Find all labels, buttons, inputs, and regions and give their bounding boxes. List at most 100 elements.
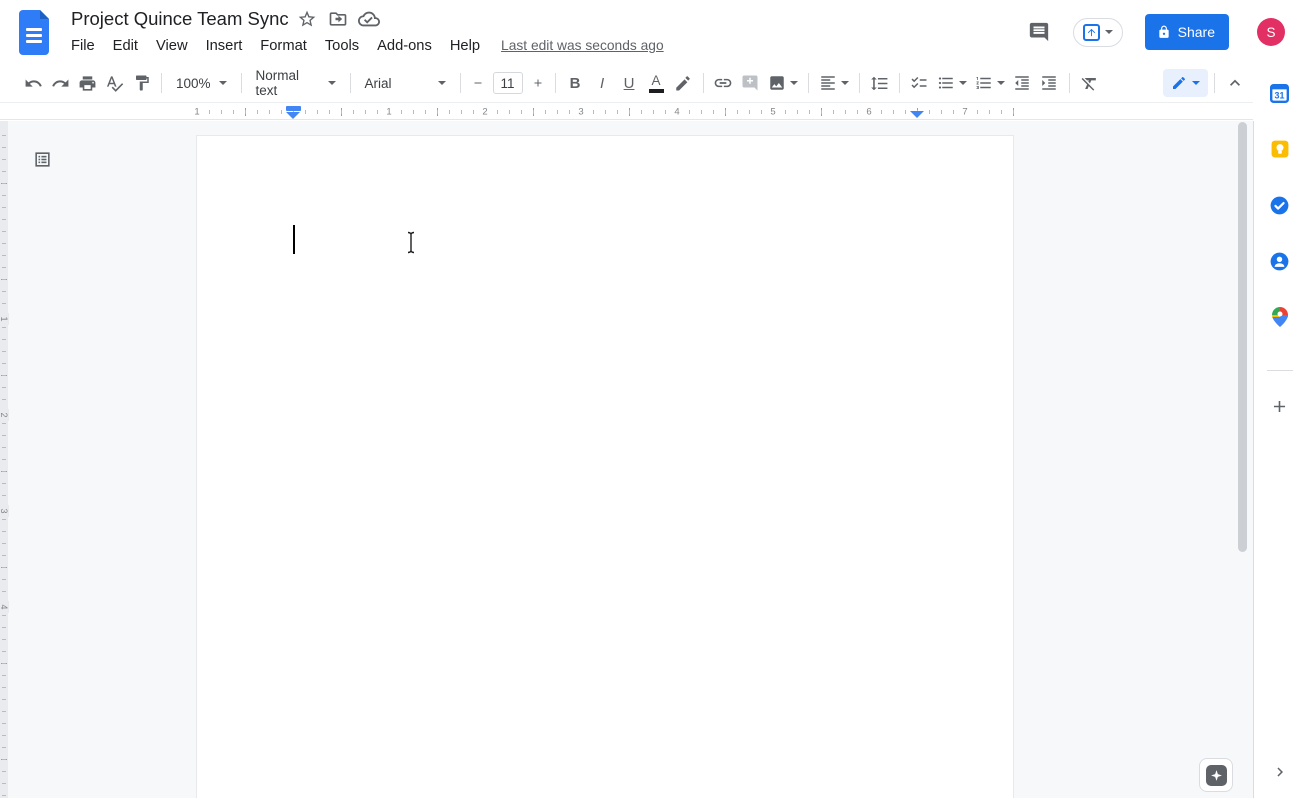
decrease-indent-button[interactable] [1009,70,1036,96]
tasks-icon [1270,196,1289,215]
google-keep-button[interactable] [1264,133,1296,165]
left-indent-marker[interactable] [286,106,301,119]
first-line-indent-marker[interactable] [286,106,301,111]
vertical-scrollbar-thumb[interactable] [1238,122,1247,552]
account-avatar[interactable]: S [1257,18,1285,46]
menu-view[interactable]: View [147,36,197,56]
horizontal-ruler: 11234567 [0,104,1253,120]
toolbar-separator [1214,73,1215,93]
title-row: Project Quince Team Sync [71,6,664,32]
numbered-list-button[interactable] [971,70,1009,96]
editing-mode-button[interactable] [1163,69,1208,97]
show-document-outline-button[interactable] [30,147,54,171]
share-button[interactable]: Share [1145,14,1229,50]
ruler-number: 1 [192,107,201,118]
image-icon [768,74,786,92]
get-add-ons-button[interactable] [1264,390,1296,422]
paint-format-button[interactable] [128,70,155,96]
italic-button[interactable]: I [589,70,616,96]
increase-font-size-button[interactable] [527,70,549,96]
menu-help[interactable]: Help [441,36,489,56]
zoom-select[interactable]: 100% [168,70,235,96]
calendar-icon: 31 [1270,84,1289,103]
link-icon [713,73,733,93]
ruler-number: 2 [0,409,9,421]
highlighter-icon [674,74,692,92]
decrease-font-size-button[interactable] [467,70,489,96]
spelling-check-button[interactable] [101,70,128,96]
explore-button[interactable] [1199,758,1233,792]
menu-insert[interactable]: Insert [197,36,252,56]
font-size-input[interactable]: 11 [493,72,523,94]
toolbar-separator [703,73,704,93]
hide-side-panel-button[interactable] [1264,756,1296,788]
plus-icon [532,77,544,89]
plus-icon [1270,397,1289,416]
toolbar-separator [350,73,351,93]
toolbar-separator [555,73,556,93]
last-edit-link[interactable]: Last edit was seconds ago [501,38,664,53]
text-color-icon: A [649,74,664,93]
document-area: 1234 [0,121,1253,798]
pencil-icon [1171,75,1187,91]
highlight-color-button[interactable] [670,70,697,96]
maps-pin-icon [1272,307,1288,327]
right-indent-marker[interactable] [910,111,924,118]
zoom-value: 100% [176,76,211,91]
document-outline-icon [33,150,52,169]
undo-button[interactable] [20,70,47,96]
print-button[interactable] [74,70,101,96]
clear-formatting-button[interactable] [1076,70,1103,96]
google-calendar-button[interactable]: 31 [1264,77,1296,109]
ruler-number: 3 [576,107,585,118]
font-family-select[interactable]: Arial [357,70,454,96]
minus-icon [472,77,484,89]
ruler-ticks [196,104,1015,120]
google-maps-button[interactable] [1264,301,1296,333]
italic-icon: I [600,76,604,91]
spellcheck-icon [105,74,124,93]
document-status-cloud-icon[interactable] [356,6,382,32]
menu-addons[interactable]: Add-ons [368,36,441,56]
menu-format[interactable]: Format [251,36,316,56]
docs-logo-icon[interactable] [17,9,53,56]
present-button[interactable] [1073,18,1123,47]
toolbar-separator [161,73,162,93]
open-comments-icon[interactable] [1025,18,1053,46]
redo-button[interactable] [47,70,74,96]
checklist-icon [910,74,928,92]
move-to-folder-icon[interactable] [325,6,351,32]
bulleted-list-button[interactable] [933,70,971,96]
ruler-number: 1 [0,313,9,325]
text-color-button[interactable]: A [643,70,670,96]
rail-separator [1267,370,1293,371]
text-cursor [293,225,295,254]
checklist-button[interactable] [906,70,933,96]
google-contacts-button[interactable] [1264,245,1296,277]
star-icon[interactable] [294,6,320,32]
underline-button[interactable]: U [616,70,643,96]
align-caret-icon [841,81,849,85]
insert-image-button[interactable] [764,70,802,96]
menu-bar: File Edit View Insert Format Tools Add-o… [71,33,664,59]
menu-tools[interactable]: Tools [316,36,368,56]
contacts-icon [1270,252,1289,271]
insert-link-button[interactable] [710,70,737,96]
menu-edit[interactable]: Edit [104,36,147,56]
align-button[interactable] [815,70,853,96]
ruler-number: 2 [480,107,489,118]
ruler-number: 5 [768,107,777,118]
decrease-indent-icon [1013,74,1031,92]
paragraph-style-select[interactable]: Normal text [248,70,344,96]
menu-file[interactable]: File [71,36,104,56]
font-family-caret-icon [438,81,446,85]
toolbar-separator [859,73,860,93]
line-spacing-button[interactable] [866,70,893,96]
hide-menus-button[interactable] [1221,70,1248,96]
bold-button[interactable]: B [562,70,589,96]
document-title[interactable]: Project Quince Team Sync [71,8,289,30]
google-tasks-button[interactable] [1264,189,1296,221]
document-page[interactable] [196,135,1014,798]
add-comment-button[interactable] [737,70,764,96]
increase-indent-button[interactable] [1036,70,1063,96]
